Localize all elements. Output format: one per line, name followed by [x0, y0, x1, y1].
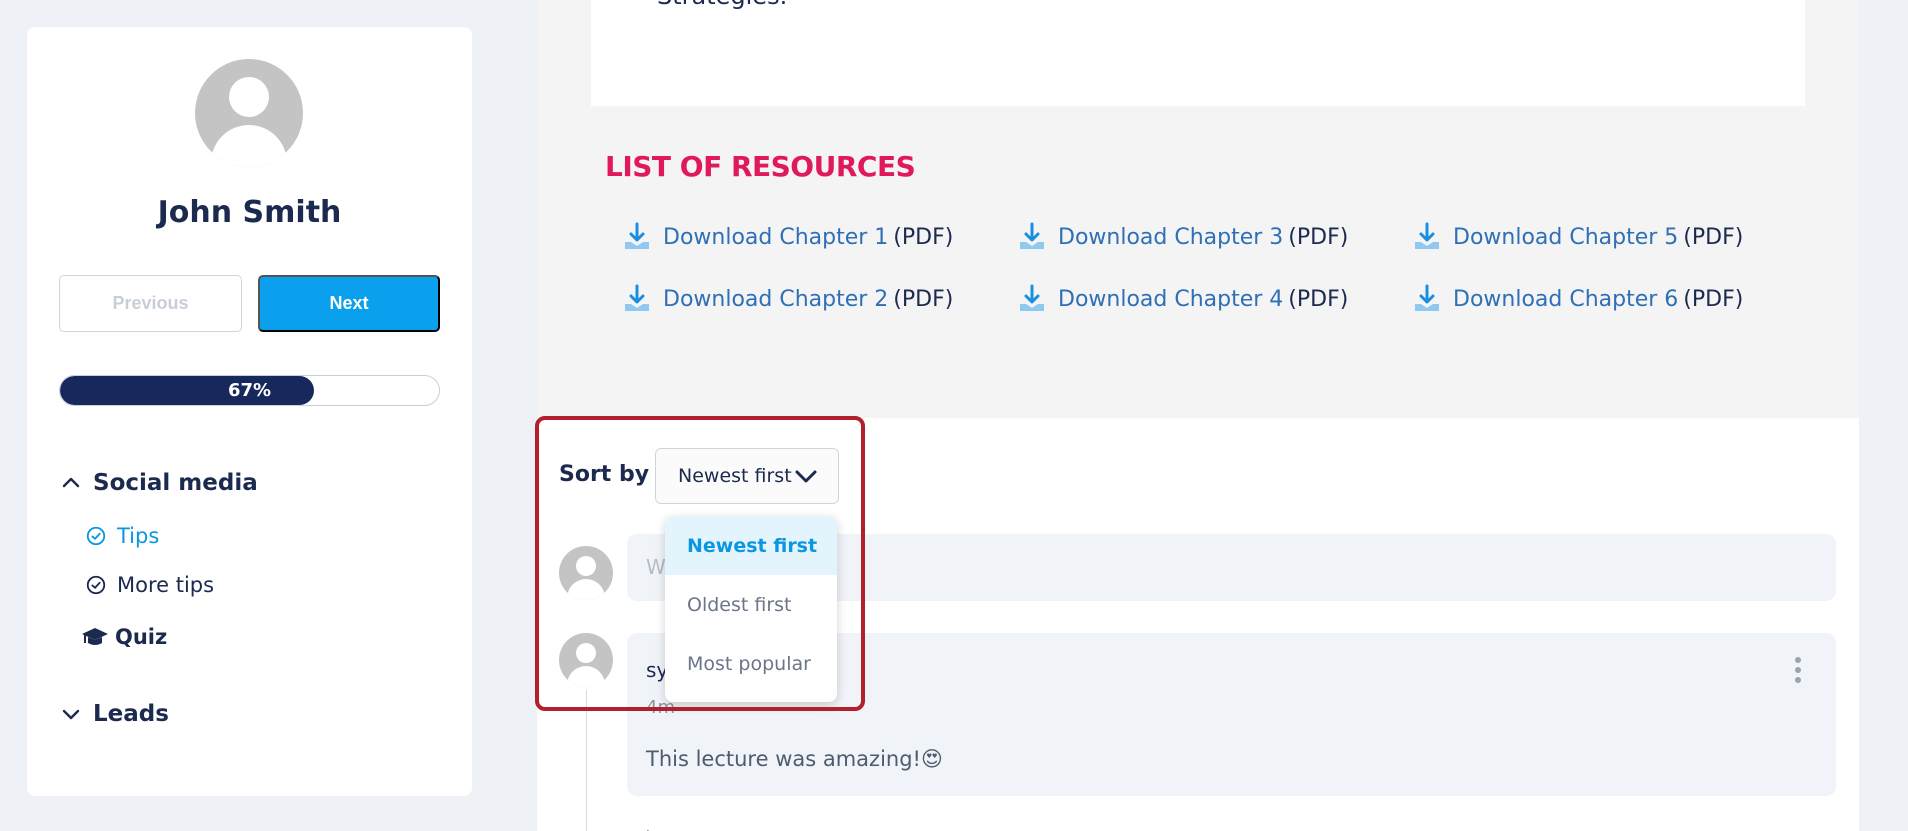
- check-circle-icon: [86, 526, 106, 546]
- sidebar-item-more-tips[interactable]: More tips: [85, 573, 214, 597]
- current-user-avatar: [559, 546, 613, 600]
- resources-title: LIST OF RESOURCES: [605, 150, 916, 183]
- section-label: Social media: [93, 470, 258, 496]
- comment-text: This lecture was amazing!😍: [646, 747, 943, 771]
- download-icon: [1020, 284, 1044, 311]
- reply-indicator: ·: [646, 824, 650, 831]
- chevron-down-icon: [62, 709, 80, 720]
- lesson-text: Strategies.: [657, 0, 787, 10]
- chevron-down-icon: [795, 470, 817, 483]
- next-button[interactable]: Next: [258, 275, 440, 332]
- graduation-cap-icon: [82, 628, 108, 645]
- download-chapter-1-link[interactable]: Download Chapter 1 (PDF): [623, 222, 953, 252]
- sort-label: Sort by: [559, 462, 650, 487]
- download-icon: [625, 284, 649, 311]
- sidebar-item-tips[interactable]: Tips: [85, 524, 159, 548]
- section-leads[interactable]: Leads: [59, 701, 169, 727]
- download-icon: [1415, 222, 1439, 249]
- download-icon: [1415, 284, 1439, 311]
- section-label: Leads: [93, 701, 169, 727]
- sort-select[interactable]: Newest first: [655, 448, 839, 504]
- download-chapter-2-link[interactable]: Download Chapter 2 (PDF): [623, 284, 953, 314]
- download-chapter-6-link[interactable]: Download Chapter 6 (PDF): [1413, 284, 1743, 314]
- sort-dropdown-menu: Newest first Oldest first Most popular: [665, 516, 837, 702]
- previous-button[interactable]: Previous: [59, 275, 242, 332]
- chevron-up-icon: [62, 477, 80, 488]
- download-icon: [1020, 222, 1044, 249]
- section-social-media[interactable]: Social media: [59, 470, 258, 496]
- progress-label: 67%: [227, 380, 272, 401]
- sort-option-popular[interactable]: Most popular: [665, 634, 837, 693]
- lesson-card: Strategies.: [591, 0, 1805, 106]
- sort-option-newest[interactable]: Newest first: [665, 516, 837, 575]
- download-icon: [625, 222, 649, 249]
- sort-option-oldest[interactable]: Oldest first: [665, 575, 837, 634]
- download-chapter-3-link[interactable]: Download Chapter 3 (PDF): [1018, 222, 1348, 252]
- thread-line: [586, 690, 587, 831]
- sidebar-item-quiz[interactable]: Quiz: [81, 625, 167, 649]
- download-chapter-5-link[interactable]: Download Chapter 5 (PDF): [1413, 222, 1743, 252]
- more-options-icon[interactable]: [1794, 657, 1802, 687]
- user-name: John Smith: [157, 195, 342, 230]
- check-circle-icon: [86, 575, 106, 595]
- sort-selected-value: Newest first: [678, 465, 792, 487]
- quiz-label: Quiz: [115, 625, 168, 649]
- sidebar-item-label: More tips: [117, 573, 215, 597]
- download-chapter-4-link[interactable]: Download Chapter 4 (PDF): [1018, 284, 1348, 314]
- sidebar-item-label: Tips: [117, 524, 160, 548]
- commenter-avatar: [559, 633, 613, 687]
- user-avatar: [195, 59, 303, 167]
- progress-bar: 67%: [59, 375, 440, 406]
- sidebar: John Smith Previous Next 67% Social medi…: [27, 27, 472, 796]
- lesson-content: Strategies. LIST OF RESOURCES Download C…: [537, 0, 1859, 418]
